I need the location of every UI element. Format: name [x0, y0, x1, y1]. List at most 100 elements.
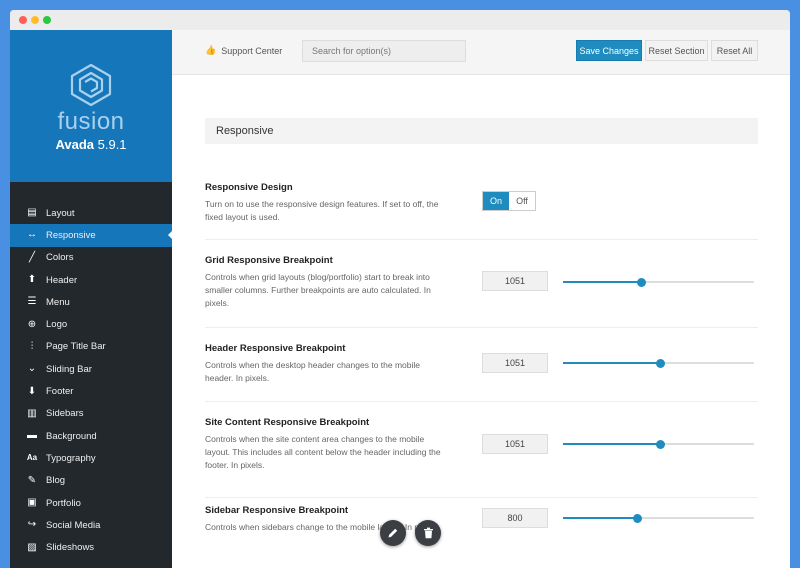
sidebar-menu: ▤ Layout ↔ Responsive ╱ Colors ⬆ Header ☰ Menu ⊕ Lo… [10, 202, 173, 559]
pencil-icon [388, 528, 398, 538]
background-icon: ▬ [27, 430, 37, 442]
sidebar-item-sliding-bar[interactable]: ⌄ Sliding Bar [10, 358, 172, 380]
option-description: Turn on to use the responsive design fea… [205, 199, 439, 222]
slider-handle[interactable] [636, 277, 646, 287]
layout-icon: ▤ [27, 207, 37, 219]
sidebar-item-label: Responsive [46, 229, 96, 241]
option-site-content-breakpoint: Site Content Responsive Breakpoint Contr… [205, 417, 758, 498]
brand-panel: fusion Avada 5.9.1 [10, 30, 172, 182]
slider-fill [563, 443, 661, 445]
slider-handle[interactable] [632, 513, 642, 523]
plus-circle-icon: ⊕ [27, 318, 37, 330]
options-sidebar: fusion Avada 5.9.1 ▤ Layout ↔ Responsive ╱ Co… [10, 30, 173, 568]
sidebar-item-typography[interactable]: Aa Typography [10, 447, 172, 469]
sidebar-item-label: Background [46, 430, 97, 442]
browser-window: fusion Avada 5.9.1 ▤ Layout ↔ Responsive ╱ Co… [10, 10, 790, 568]
image-icon: ▨ [27, 541, 37, 553]
sidebar-item-label: Blog [46, 475, 66, 487]
option-title: Grid Responsive Breakpoint [205, 255, 333, 266]
minimize-window-dot[interactable] [31, 16, 39, 24]
slider-handle[interactable] [655, 439, 665, 449]
top-toolbar: 👍 Support Center Save Changes Reset Sect… [172, 30, 790, 75]
close-window-dot[interactable] [19, 16, 27, 24]
edit-fab-button[interactable] [380, 520, 406, 546]
toggle-off-button[interactable]: Off [509, 192, 535, 210]
support-center-label: Support Center [221, 45, 283, 56]
typography-icon: Aa [26, 453, 38, 463]
product-version: Avada 5.9.1 [10, 137, 172, 152]
sidebar-item-slideshows[interactable]: ▨ Slideshows [10, 536, 172, 558]
sidebar-item-logo[interactable]: ⊕ Logo [10, 313, 172, 335]
option-responsive-design: Responsive Design Turn on to use the res… [205, 182, 758, 240]
header-breakpoint-value[interactable]: 1051 [482, 353, 548, 373]
toggle-on-button[interactable]: On [483, 192, 509, 210]
sidebar-item-label: Logo [46, 319, 68, 331]
section-title: Responsive [205, 118, 758, 144]
options-panel: 👍 Support Center Save Changes Reset Sect… [172, 30, 790, 568]
menu-icon: ☰ [27, 296, 37, 308]
reset-all-button[interactable]: Reset All [711, 40, 758, 61]
sidebar-item-label: Sliding Bar [46, 363, 92, 375]
option-title: Site Content Responsive Breakpoint [205, 417, 370, 428]
sidebar-item-background[interactable]: ▬ Background [10, 425, 172, 447]
delete-fab-button[interactable] [415, 520, 441, 546]
sidebar-item-label: Social Media [46, 519, 101, 531]
option-description: Controls when the desktop header changes… [205, 360, 420, 383]
save-changes-button[interactable]: Save Changes [576, 40, 642, 61]
sidebar-item-blog[interactable]: ✎ Blog [10, 470, 172, 492]
maximize-window-dot[interactable] [43, 16, 51, 24]
brand-name: fusion [57, 108, 125, 135]
sidebar-item-label: Portfolio [46, 497, 81, 509]
sidebar-item-responsive[interactable]: ↔ Responsive [10, 224, 173, 247]
option-header-breakpoint: Header Responsive Breakpoint Controls wh… [205, 343, 758, 402]
sidebar-item-header[interactable]: ⬆ Header [10, 269, 172, 291]
responsive-toggle[interactable]: On Off [482, 191, 536, 211]
sidebar-item-page-title-bar[interactable]: ⫶ Page Title Bar [10, 336, 172, 358]
sidebar-item-portfolio[interactable]: ▣ Portfolio [10, 492, 172, 514]
slider-fill [563, 517, 638, 519]
slider-handle[interactable] [655, 358, 665, 368]
sidebar-item-social-media[interactable]: ↪ Social Media [10, 514, 172, 536]
sidebar-item-footer[interactable]: ⬇ Footer [10, 380, 172, 402]
sidebar-item-label: Sidebars [46, 408, 84, 420]
sidebar-item-label: Colors [46, 252, 74, 264]
sidebar-item-sidebars[interactable]: ▥ Sidebars [10, 403, 172, 425]
trash-icon [423, 527, 433, 539]
sidebar-item-label: Typography [46, 452, 96, 464]
sidebars-icon: ▥ [27, 407, 37, 419]
portfolio-icon: ▣ [27, 497, 37, 508]
option-description: Controls when the site content area chan… [205, 434, 441, 470]
sidebar-item-colors[interactable]: ╱ Colors [10, 247, 172, 269]
support-center-link[interactable]: 👍 Support Center [205, 45, 282, 56]
header-breakpoint-slider[interactable] [563, 358, 754, 368]
slider-fill [563, 281, 642, 283]
edit-icon: ✎ [27, 474, 37, 486]
arrows-horizontal-icon: ↔ [27, 229, 37, 241]
grid-breakpoint-value[interactable]: 1051 [482, 271, 548, 291]
site-content-breakpoint-value[interactable]: 1051 [482, 434, 548, 454]
site-content-breakpoint-slider[interactable] [563, 439, 754, 449]
option-sidebar-breakpoint: Sidebar Responsive Breakpoint Controls w… [205, 505, 758, 565]
reset-section-button[interactable]: Reset Section [645, 40, 708, 61]
sidebar-breakpoint-value[interactable]: 800 [482, 508, 548, 528]
share-icon: ↪ [27, 519, 37, 531]
sidebar-breakpoint-slider[interactable] [563, 513, 754, 523]
search-input[interactable] [302, 40, 466, 62]
option-description: Controls when grid layouts (blog/portfol… [205, 272, 431, 308]
brush-icon: ╱ [28, 251, 36, 263]
sidebar-item-menu[interactable]: ☰ Menu [10, 291, 172, 313]
arrow-down-icon: ⬇ [27, 385, 37, 397]
sliders-icon: ⫶ [30, 340, 34, 352]
version-number: 5.9.1 [97, 137, 127, 152]
sidebar-item-label: Layout [46, 207, 75, 219]
option-description: Controls when sidebars change to the mob… [205, 522, 439, 532]
slider-fill [563, 362, 661, 364]
arrow-up-icon: ⬆ [27, 274, 37, 286]
window-titlebar [10, 10, 790, 30]
sidebar-item-layout[interactable]: ▤ Layout [10, 202, 172, 224]
grid-breakpoint-slider[interactable] [563, 277, 754, 287]
sidebar-item-label: Menu [46, 296, 70, 308]
sidebar-item-label: Header [46, 274, 78, 286]
sidebar-item-label: Page Title Bar [46, 341, 106, 353]
sidebar-item-label: Slideshows [46, 542, 95, 554]
